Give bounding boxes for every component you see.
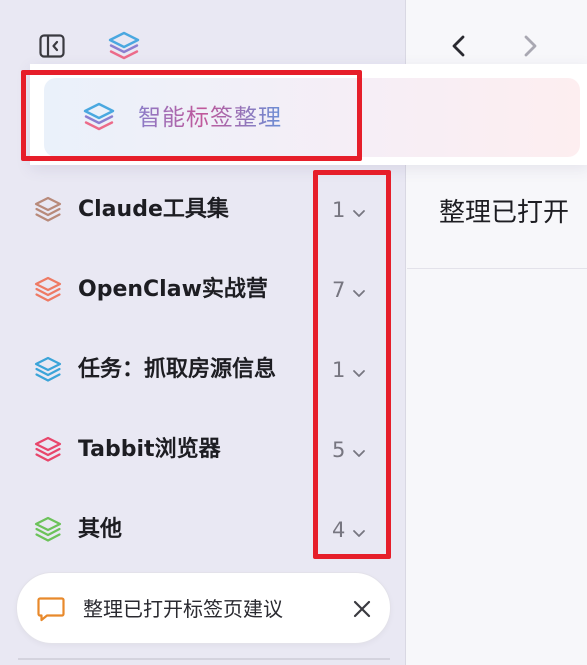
tab-group-item[interactable]: 其他 4 bbox=[0, 490, 406, 570]
forward-arrow-icon[interactable] bbox=[515, 31, 545, 61]
tab-group-label: 其他 bbox=[78, 517, 123, 542]
divider bbox=[407, 268, 587, 269]
tab-group-label: Claude工具集 bbox=[78, 197, 229, 222]
smart-organize-menu: 智能标签整理 bbox=[30, 64, 587, 165]
tab-count: 4 bbox=[332, 518, 346, 542]
tab-group-item[interactable]: OpenClaw实战营 7 bbox=[0, 250, 406, 330]
top-toolbar bbox=[0, 0, 587, 66]
tab-group-label: 任务：抓取房源信息 bbox=[78, 357, 277, 382]
chevron-down-icon[interactable] bbox=[352, 364, 366, 377]
tab-count: 1 bbox=[332, 198, 346, 222]
tab-count: 5 bbox=[332, 438, 346, 462]
chevron-down-icon[interactable] bbox=[352, 524, 366, 537]
tab-group-item[interactable]: Claude工具集 1 bbox=[0, 170, 406, 250]
sidebar-toggle-icon[interactable] bbox=[38, 32, 66, 60]
smart-organize-button[interactable]: 智能标签整理 bbox=[44, 78, 580, 157]
divider bbox=[18, 658, 390, 660]
layers-icon bbox=[33, 196, 63, 224]
suggestion-chip[interactable]: 整理已打开标签页建议 bbox=[16, 572, 391, 644]
chat-icon bbox=[36, 595, 66, 623]
chevron-down-icon[interactable] bbox=[352, 444, 366, 457]
tab-group-item[interactable]: Tabbit浏览器 5 bbox=[0, 410, 406, 490]
tab-count: 7 bbox=[332, 278, 346, 302]
tab-group-item[interactable]: 任务：抓取房源信息 1 bbox=[0, 330, 406, 410]
close-icon[interactable] bbox=[350, 597, 374, 621]
tab-group-label: Tabbit浏览器 bbox=[78, 437, 221, 462]
layers-icon bbox=[33, 436, 63, 464]
tab-group-label: OpenClaw实战营 bbox=[78, 277, 268, 302]
smart-organize-label: 智能标签整理 bbox=[138, 102, 282, 134]
layers-logo-icon[interactable] bbox=[107, 30, 141, 62]
back-arrow-icon[interactable] bbox=[444, 31, 474, 61]
chevron-down-icon[interactable] bbox=[352, 284, 366, 297]
suggestion-text: 整理已打开标签页建议 bbox=[83, 597, 283, 621]
main-title: 整理已打开 bbox=[439, 198, 570, 228]
layers-icon bbox=[33, 356, 63, 384]
layers-icon bbox=[33, 516, 63, 544]
layers-icon bbox=[33, 276, 63, 304]
tab-count: 1 bbox=[332, 358, 346, 382]
chevron-down-icon[interactable] bbox=[352, 204, 366, 217]
layers-icon bbox=[82, 101, 116, 133]
